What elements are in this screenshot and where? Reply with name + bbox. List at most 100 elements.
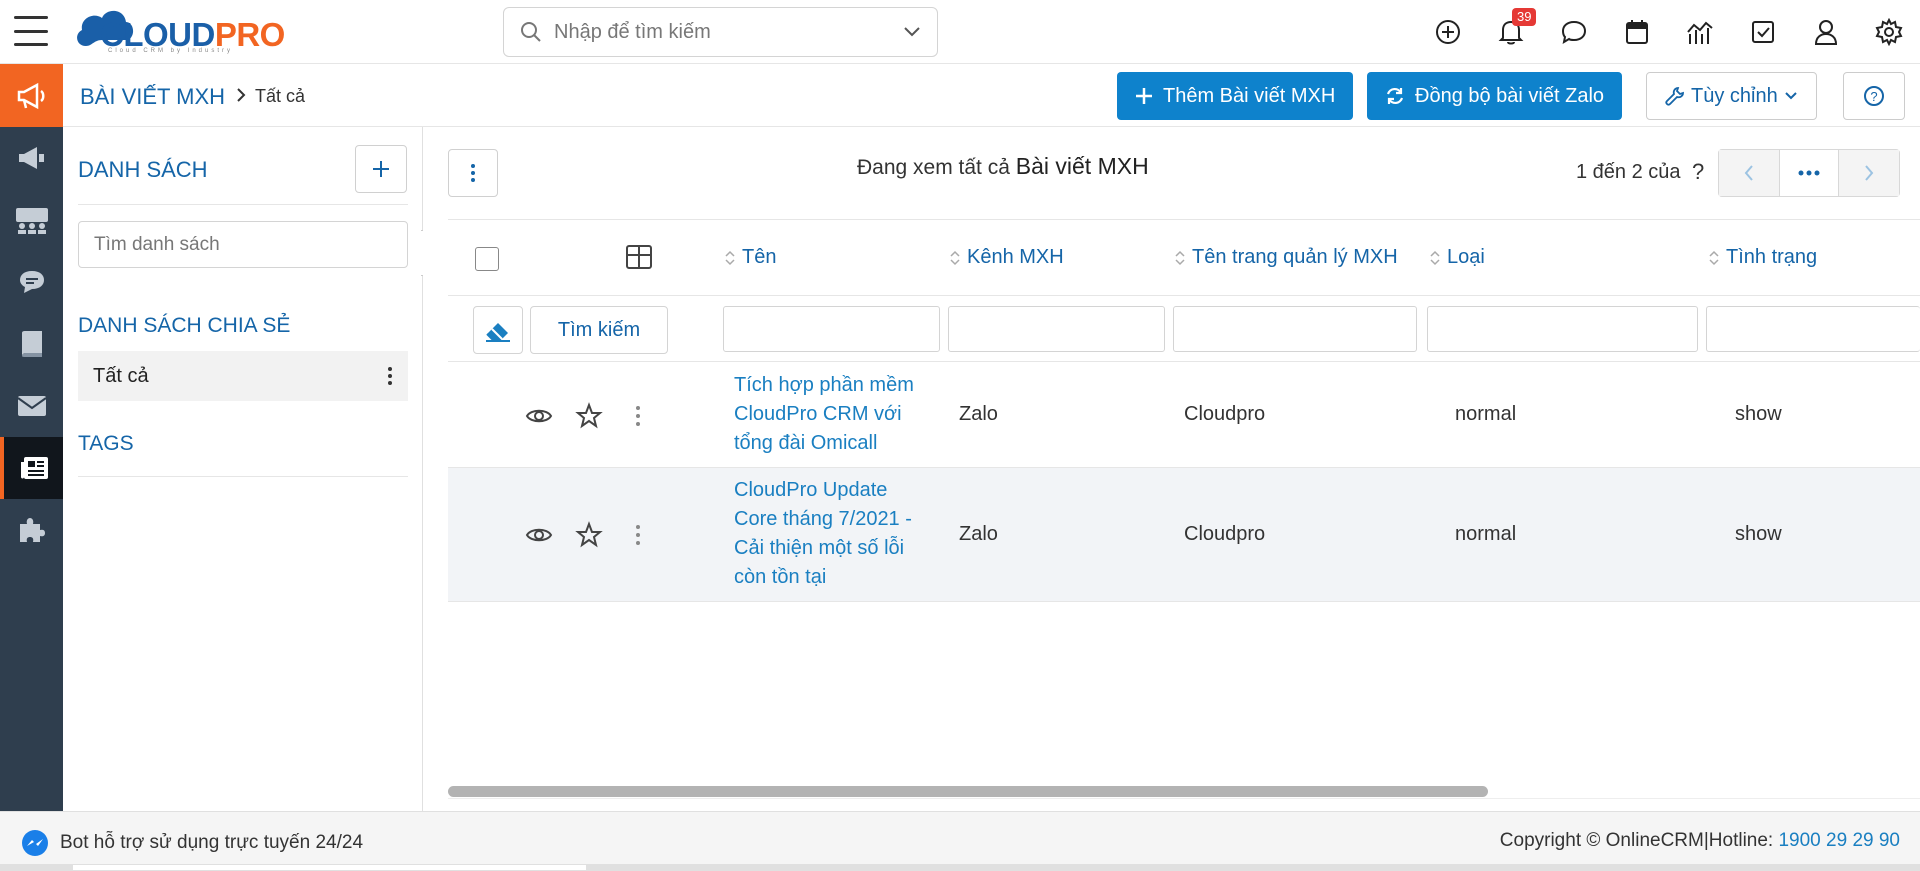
sync-zalo-label: Đồng bộ bài viết Zalo: [1415, 84, 1605, 107]
filter-name-input[interactable]: [723, 306, 940, 352]
column-header-page-name[interactable]: Tên trang quản lý MXH: [1174, 246, 1398, 269]
kebab-menu-icon[interactable]: [635, 405, 641, 427]
record-name-link[interactable]: CloudPro Update Core tháng 7/2021 - Cải …: [734, 476, 934, 592]
sidebar-item-marketing[interactable]: [0, 64, 63, 127]
column-header-channel[interactable]: Kênh MXH: [949, 246, 1064, 269]
filter-search-button[interactable]: Tìm kiếm: [530, 306, 668, 354]
viewing-module: Bài viết MXH: [1015, 153, 1149, 179]
chart-icon: [1686, 21, 1713, 44]
select-all-checkbox[interactable]: [475, 247, 499, 271]
hotline-link[interactable]: 1900 29 29 90: [1778, 830, 1900, 851]
list-search-input[interactable]: [78, 221, 408, 268]
records-table: Tên Kênh MXH Tên trang quản lý MXH Loại …: [448, 220, 1920, 602]
list-actions-button[interactable]: [448, 149, 498, 197]
notifications-button[interactable]: 39: [1479, 0, 1542, 64]
help-button[interactable]: ?: [1843, 72, 1905, 120]
sidebar-item-knowledge[interactable]: [0, 313, 63, 375]
gear-icon: [1875, 18, 1902, 46]
sidebar-item-campaigns[interactable]: [0, 127, 63, 189]
cell-status: show: [1735, 523, 1782, 545]
column-header-type[interactable]: Loại: [1429, 246, 1485, 269]
settings-button[interactable]: [1857, 0, 1920, 64]
cell-channel: Zalo: [959, 403, 998, 425]
filter-channel-input[interactable]: [948, 306, 1165, 352]
eraser-icon: [486, 323, 510, 342]
eye-icon[interactable]: [525, 406, 553, 426]
column-header-status[interactable]: Tình trạng: [1708, 246, 1817, 269]
page-select-button[interactable]: [1779, 150, 1839, 196]
cell-type: normal: [1455, 403, 1517, 425]
breadcrumb-module[interactable]: BÀI VIẾT MXH: [80, 84, 225, 110]
sidebar-item-social-posts[interactable]: [0, 437, 63, 499]
eye-icon[interactable]: [525, 525, 553, 545]
record-name-link[interactable]: Tích hợp phần mềm CloudPro CRM với tổng …: [734, 371, 934, 458]
table-row[interactable]: CloudPro Update Core tháng 7/2021 - Cải …: [448, 468, 1920, 602]
list-panel: DANH SÁCH DANH SÁCH CHIA SẺ Tất cả TAGS: [63, 127, 423, 811]
chevron-down-icon[interactable]: [903, 26, 921, 38]
filter-page-name-input[interactable]: [1173, 306, 1417, 352]
profile-button[interactable]: [1794, 0, 1857, 64]
megaphone-icon: [18, 147, 44, 169]
table-row[interactable]: Tích hợp phần mềm CloudPro CRM với tổng …: [448, 362, 1920, 468]
calendar-button[interactable]: [1605, 0, 1668, 64]
sidebar-item-extensions[interactable]: [0, 499, 63, 561]
kebab-menu-icon: [471, 164, 475, 182]
divider: [78, 204, 408, 205]
cloudpro-logo[interactable]: CLOUDPRO Cloud CRM by Industry: [72, 6, 294, 56]
chevron-right-icon: [237, 88, 246, 102]
filter-row: Tìm kiếm: [448, 296, 1920, 362]
global-search[interactable]: [503, 7, 938, 57]
wrench-icon: [1665, 87, 1684, 106]
kebab-menu-icon[interactable]: [635, 524, 641, 546]
quick-create-button[interactable]: [1416, 0, 1479, 64]
chat-icon: [1561, 20, 1586, 45]
hamburger-menu-icon[interactable]: [14, 14, 48, 48]
star-icon[interactable]: [575, 402, 603, 430]
more-horizontal-icon: [1798, 170, 1820, 176]
prev-page-button[interactable]: [1719, 150, 1779, 196]
bottom-scrollbar-thumb[interactable]: [73, 865, 586, 870]
total-count-button[interactable]: ?: [1692, 159, 1704, 185]
chat-button[interactable]: [1542, 0, 1605, 64]
list-item-all[interactable]: Tất cả: [78, 351, 408, 401]
column-header-name[interactable]: Tên: [724, 246, 776, 269]
sort-icon: [1175, 250, 1185, 265]
customize-label: Tùy chỉnh: [1691, 84, 1778, 107]
chevron-left-icon: [1744, 165, 1753, 181]
list-item-label: Tất cả: [93, 364, 149, 387]
sidebar-item-email[interactable]: [0, 375, 63, 437]
clear-filters-button[interactable]: [473, 306, 523, 354]
global-search-input[interactable]: [554, 20, 884, 44]
customize-dropdown[interactable]: Tùy chỉnh: [1646, 72, 1817, 120]
support-bot-link[interactable]: Bot hỗ trợ sử dụng trực tuyến 24/24: [20, 828, 363, 858]
tasks-button[interactable]: [1731, 0, 1794, 64]
sidebar-item-conversations[interactable]: [0, 251, 63, 313]
add-post-button[interactable]: Thêm Bài viết MXH: [1117, 72, 1354, 120]
sync-zalo-button[interactable]: Đồng bộ bài viết Zalo: [1367, 72, 1623, 120]
filter-type-input[interactable]: [1427, 306, 1698, 352]
shared-lists-title: DANH SÁCH CHIA SẺ: [78, 314, 291, 337]
table-layout-icon[interactable]: [625, 244, 653, 270]
star-icon[interactable]: [575, 521, 603, 549]
kebab-menu-icon[interactable]: [387, 366, 393, 386]
sort-icon: [1430, 250, 1440, 265]
scrollbar-track: [448, 798, 1920, 799]
breadcrumb-current: Tất cả: [255, 86, 306, 106]
reports-button[interactable]: [1668, 0, 1731, 64]
task-icon: [1751, 21, 1774, 43]
next-page-button[interactable]: [1839, 150, 1899, 196]
bottom-scrollbar: [0, 864, 1920, 871]
filter-status-input[interactable]: [1706, 306, 1920, 352]
plus-circle-icon: [1435, 20, 1460, 44]
main-content: Đang xem tất cả Bài viết MXH 1 đến 2 của…: [423, 127, 1920, 811]
chat-bubble-icon: [19, 271, 44, 293]
add-list-button[interactable]: [355, 145, 407, 193]
sort-icon: [725, 250, 735, 265]
logo-tagline: Cloud CRM by Industry: [108, 48, 234, 54]
viewing-label: Đang xem tất cả Bài viết MXH: [857, 153, 1149, 179]
horizontal-scrollbar[interactable]: [448, 786, 1488, 797]
chevron-right-icon: [1865, 165, 1874, 181]
sidebar-item-customers[interactable]: [0, 189, 63, 251]
puzzle-icon: [19, 518, 45, 542]
support-bot-text: Bot hỗ trợ sử dụng trực tuyến 24/24: [60, 832, 364, 853]
